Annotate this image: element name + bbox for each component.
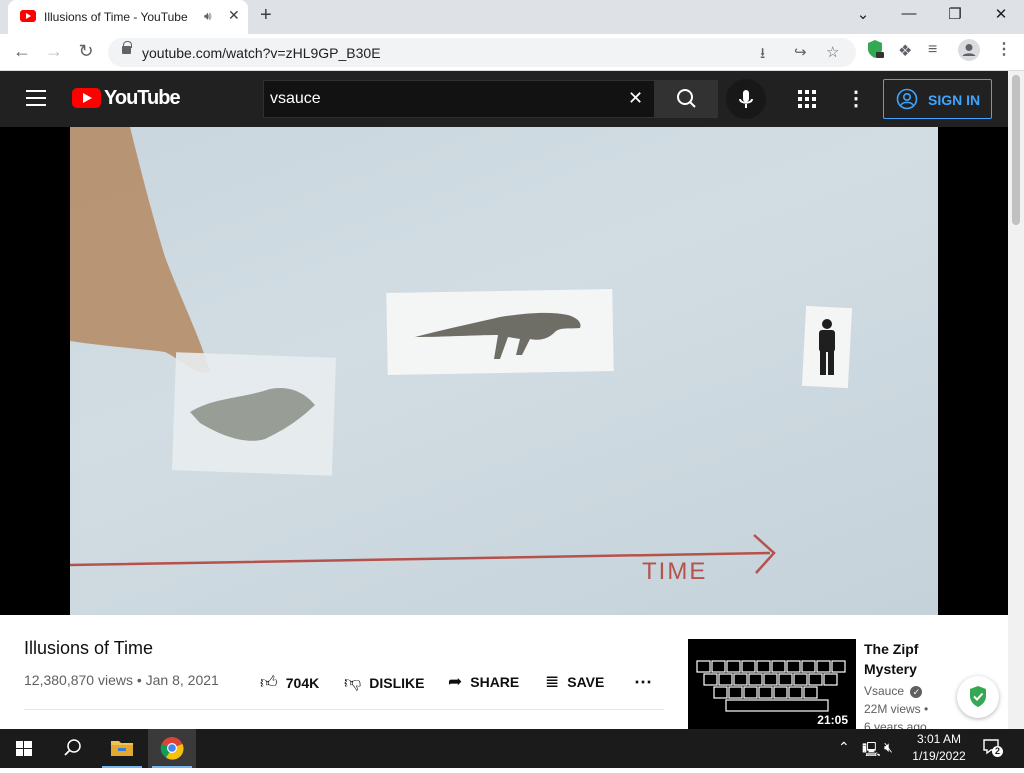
blurred-card-image: [171, 352, 337, 476]
minimize-button[interactable]: —: [886, 5, 932, 22]
recommended-views: 22M views •: [864, 702, 929, 716]
search-box[interactable]: vsauce ✕: [263, 80, 655, 118]
voice-search-button[interactable]: [726, 79, 766, 119]
youtube-favicon-icon: [20, 10, 36, 22]
notification-count: 2: [992, 746, 1003, 757]
bookmark-star-icon[interactable]: ☆: [826, 43, 839, 61]
youtube-logo-icon[interactable]: [72, 88, 101, 108]
search-button[interactable]: [655, 80, 718, 118]
t-rex-card-image: [386, 289, 614, 375]
recommended-title[interactable]: The Zipf Mystery: [864, 639, 944, 679]
tab-title: Illusions of Time - YouTube: [44, 10, 188, 24]
divider: [24, 709, 664, 710]
save-button[interactable]: ≣ SAVE: [545, 672, 604, 692]
tab-search-chevron-down-icon[interactable]: ⌄: [840, 5, 886, 23]
sign-in-button[interactable]: SIGN IN: [883, 79, 992, 119]
video-scene: TIME: [70, 127, 853, 585]
thumbs-up-icon: 👍︎: [260, 673, 278, 692]
clock-time[interactable]: 3:01 AM: [905, 732, 973, 746]
video-player[interactable]: TIME: [0, 127, 1008, 615]
reload-icon[interactable]: ↻: [74, 41, 98, 62]
chrome-icon: [160, 737, 184, 760]
video-view-count-date: 12,380,870 views • Jan 8, 2021: [24, 672, 219, 688]
youtube-wordmark[interactable]: YouTube: [104, 87, 181, 110]
address-bar[interactable]: youtube.com/watch?v=zHL9GP_B30E ⭳ ↪ ☆: [108, 38, 856, 67]
extension-shield-icon[interactable]: [866, 39, 884, 64]
dislike-button[interactable]: 👎︎ DISLIKE: [344, 672, 425, 693]
restore-button[interactable]: ❐: [932, 5, 978, 23]
search-icon: [677, 89, 696, 108]
search-icon: [64, 739, 81, 756]
save-label: SAVE: [567, 674, 605, 690]
security-shield-button[interactable]: [957, 676, 999, 718]
recommended-thumbnail[interactable]: 21:05: [688, 639, 856, 729]
back-arrow-icon[interactable]: ←: [10, 41, 34, 62]
video-title: Illusions of Time: [24, 638, 154, 658]
video-frame[interactable]: TIME: [70, 127, 938, 615]
network-icon[interactable]: 🖳︎: [862, 739, 881, 763]
clear-search-icon[interactable]: ✕: [628, 88, 643, 109]
hand-image: [70, 127, 210, 373]
url-text[interactable]: youtube.com/watch?v=zHL9GP_B30E: [142, 45, 381, 61]
browser-tab-active[interactable]: Illusions of Time - YouTube 🔊︎ ✕: [8, 0, 248, 34]
lock-icon[interactable]: [122, 41, 132, 54]
recommended-channel[interactable]: Vsauce ✓: [864, 684, 923, 698]
more-actions-button[interactable]: ⋯: [634, 672, 652, 693]
forward-arrow-icon[interactable]: →: [42, 41, 66, 62]
thumbs-down-icon: 👎︎: [344, 673, 362, 692]
channel-name: Vsauce: [864, 684, 905, 698]
dislike-label: DISLIKE: [369, 675, 425, 691]
youtube-apps-grid-icon[interactable]: [798, 90, 816, 108]
window-close-button[interactable]: ✕: [978, 5, 1024, 23]
recommended-age: 6 years ago: [864, 720, 927, 729]
windows-logo-icon: [16, 741, 32, 756]
file-explorer-button[interactable]: [98, 729, 146, 768]
search-taskbar-button[interactable]: [48, 729, 96, 768]
windows-taskbar: ⌃ 🖳︎ 🔇︎ 3:01 AM 1/19/2022 2: [0, 729, 1024, 768]
verified-check-icon: ✓: [910, 686, 923, 698]
install-app-icon[interactable]: ⭳: [760, 43, 765, 68]
media-control-icon[interactable]: ≡: [928, 41, 937, 59]
share-label: SHARE: [470, 674, 520, 690]
like-count: 704K: [285, 675, 320, 691]
start-button[interactable]: [0, 729, 48, 768]
playlist-add-icon: ≣: [545, 672, 560, 691]
share-page-icon[interactable]: ↪: [794, 43, 807, 61]
tray-chevron-up-icon[interactable]: ⌃: [838, 739, 850, 756]
sign-in-label: SIGN IN: [928, 92, 981, 108]
shield-check-icon: [970, 686, 986, 707]
video-duration: 21:05: [817, 713, 848, 727]
browser-toolbar: ← → ↻ youtube.com/watch?v=zHL9GP_B30E ⭳ …: [0, 34, 1024, 71]
time-label: TIME: [642, 558, 707, 585]
page-scrollbar[interactable]: [1008, 71, 1024, 729]
account-circle-icon: [896, 88, 918, 110]
chrome-taskbar-button[interactable]: [148, 729, 196, 768]
human-card-image: [801, 305, 853, 389]
scrollbar-thumb[interactable]: [1012, 75, 1020, 225]
tab-close-icon[interactable]: ✕: [228, 7, 240, 24]
share-arrow-icon: ➦: [448, 672, 463, 691]
browser-tab-strip: Illusions of Time - YouTube 🔊︎ ✕ + ⌄ — ❐…: [0, 0, 1024, 34]
share-button[interactable]: ➦ SHARE: [448, 672, 519, 692]
more-horizontal-icon: ⋯: [634, 672, 652, 692]
chrome-menu-icon[interactable]: ⋮: [996, 39, 1012, 59]
settings-more-icon[interactable]: ⋮: [846, 86, 866, 111]
youtube-header: YouTube vsauce ✕ ⋮ SIGN IN: [0, 71, 1008, 127]
volume-muted-icon[interactable]: 🔇︎: [884, 739, 893, 756]
hamburger-menu-icon[interactable]: [26, 90, 46, 106]
new-tab-button[interactable]: +: [260, 4, 272, 27]
like-button[interactable]: 👍︎ 704K: [260, 672, 319, 693]
extensions-puzzle-icon[interactable]: ❖: [898, 41, 912, 61]
profile-avatar-icon[interactable]: [958, 39, 980, 66]
microphone-icon: [739, 90, 753, 108]
folder-icon: [111, 741, 133, 756]
tab-audio-icon[interactable]: 🔊︎: [204, 9, 212, 24]
notification-center-button[interactable]: 2: [982, 738, 1003, 757]
clock-date[interactable]: 1/19/2022: [905, 749, 973, 763]
search-input[interactable]: vsauce: [270, 90, 321, 108]
